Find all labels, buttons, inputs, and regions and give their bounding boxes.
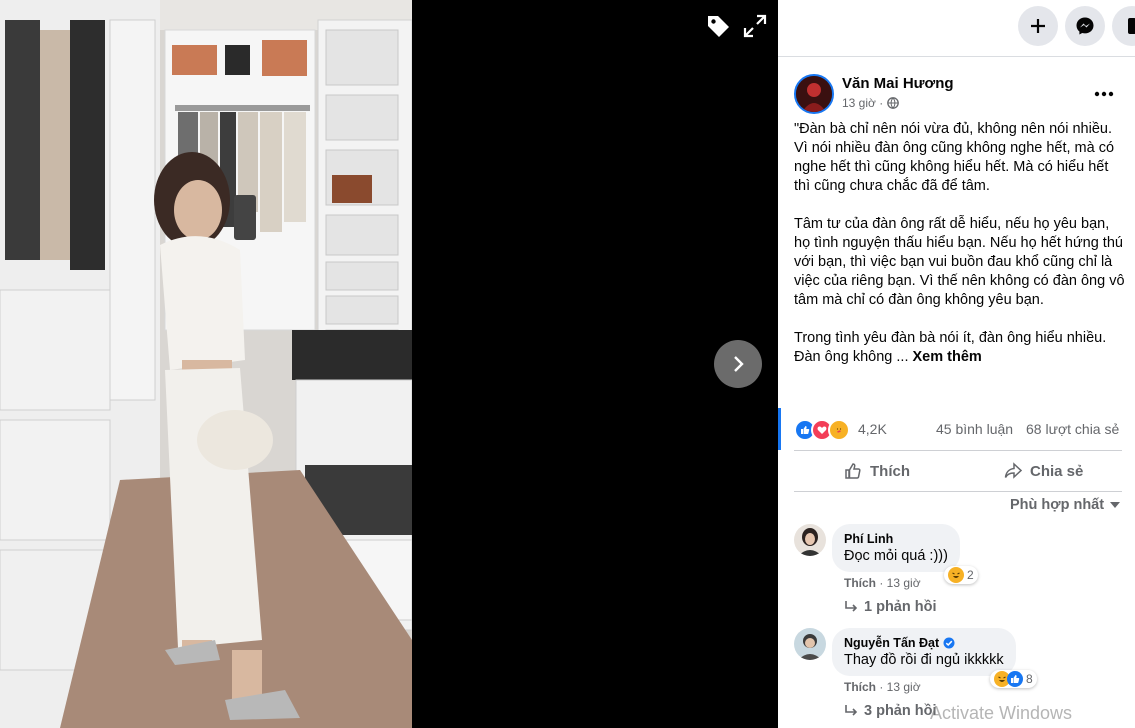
share-count[interactable]: 68 lượt chia sẻ — [1026, 421, 1119, 437]
haha-reaction-icon — [948, 567, 964, 583]
verified-badge-icon — [943, 637, 955, 649]
commenter-name[interactable]: Phí Linh — [844, 532, 948, 546]
more-options-button[interactable] — [1086, 80, 1122, 108]
replies-count: 1 phản hồi — [864, 599, 937, 615]
author-avatar[interactable] — [794, 74, 834, 114]
photo-illustration — [0, 0, 412, 728]
post-paragraph: Tâm tư của đàn ông rất dễ hiểu, nếu họ y… — [794, 216, 1125, 308]
post-text: "Đàn bà chỉ nên nói vừa đủ, không nên nó… — [794, 120, 1126, 386]
divider — [794, 450, 1122, 451]
post-meta: 13 giờ · — [842, 96, 900, 110]
create-button[interactable] — [1018, 6, 1058, 46]
next-photo-button[interactable] — [714, 340, 762, 388]
sort-label: Phù hợp nhất — [1010, 497, 1105, 513]
post-paragraph: "Đàn bà chỉ nên nói vừa đủ, không nên nó… — [794, 121, 1115, 194]
like-button[interactable]: Thích — [844, 452, 910, 490]
comment-text: Thay đồ rồi đi ngủ ikkkkk — [844, 652, 1004, 668]
care-reaction-icon — [828, 419, 850, 441]
post-paragraph: Trong tình yêu đàn bà nói ít, đàn ông hi… — [794, 329, 1126, 367]
comment-actions: Thích · 13 giờ — [844, 680, 921, 694]
post-header: Văn Mai Hương 13 giờ · — [794, 74, 1124, 114]
tag-icon — [708, 16, 729, 37]
divider — [778, 56, 1135, 57]
comment-reaction-count: 8 — [1026, 672, 1033, 686]
commenter-name[interactable]: Nguyễn Tấn Đạt — [844, 636, 939, 650]
comment-reactions[interactable]: 2 — [944, 566, 978, 584]
reaction-summary: 4,2K 45 bình luận 68 lượt chia sẻ — [794, 418, 1124, 441]
comment-time[interactable]: · 13 giờ — [879, 680, 920, 694]
view-replies-link[interactable]: 3 phản hồi — [844, 703, 937, 719]
more-icon — [1094, 91, 1114, 97]
reaction-count[interactable]: 4,2K — [858, 421, 887, 437]
grid-icon — [1128, 18, 1135, 34]
comment-count[interactable]: 45 bình luận — [936, 421, 1013, 437]
comment-bubble: Nguyễn Tấn Đạt Thay đồ rồi đi ngủ ikkkkk — [832, 628, 1016, 676]
reply-arrow-icon — [845, 601, 858, 612]
reaction-icons[interactable] — [794, 419, 850, 441]
photo-viewer — [0, 0, 778, 728]
expand-icon — [743, 14, 767, 38]
view-replies-link[interactable]: 1 phản hồi — [844, 599, 937, 615]
top-bar — [778, 0, 1135, 56]
fullscreen-button[interactable] — [741, 12, 769, 40]
comment-bubble: Phí Linh Đọc mỏi quá :))) — [832, 524, 960, 572]
messenger-button[interactable] — [1065, 6, 1105, 46]
commenter-name-row: Nguyễn Tấn Đạt — [844, 636, 1004, 650]
share-label: Chia sẻ — [1030, 462, 1084, 480]
see-more-link[interactable]: Xem thêm — [913, 349, 982, 365]
globe-icon — [887, 97, 900, 109]
comment-like-link[interactable]: Thích — [844, 576, 876, 590]
post-panel: Văn Mai Hương 13 giờ · "Đàn bà chỉ nên n… — [778, 0, 1135, 728]
comment-reaction-count: 2 — [967, 568, 974, 582]
messenger-icon — [1076, 17, 1094, 35]
caret-down-icon — [1110, 502, 1121, 508]
comment-time[interactable]: · 13 giờ — [879, 576, 920, 590]
commenter-avatar[interactable] — [794, 628, 826, 660]
plus-icon — [1031, 19, 1045, 33]
chevron-right-icon — [734, 356, 744, 372]
focus-indicator — [778, 408, 781, 450]
replies-count: 3 phản hồi — [864, 703, 937, 719]
comment-actions: Thích · 13 giờ — [844, 576, 921, 590]
like-reaction-icon — [1007, 671, 1023, 687]
comment-like-link[interactable]: Thích — [844, 680, 876, 694]
comment-text: Đọc mỏi quá :))) — [844, 548, 948, 564]
post-time[interactable]: 13 giờ · — [842, 96, 883, 110]
tag-button[interactable] — [704, 12, 732, 40]
reply-arrow-icon — [845, 705, 858, 716]
share-button[interactable]: Chia sẻ — [1004, 452, 1083, 490]
divider — [794, 491, 1122, 492]
commenter-avatar[interactable] — [794, 524, 826, 556]
thumbs-up-icon — [845, 463, 861, 479]
share-icon — [1004, 462, 1022, 479]
comment-sort-dropdown[interactable]: Phù hợp nhất — [1010, 497, 1121, 513]
avatar-image — [796, 76, 832, 112]
like-label: Thích — [870, 462, 910, 480]
post-photo[interactable] — [0, 0, 412, 728]
comment-reactions[interactable]: 8 — [990, 670, 1037, 688]
menu-button[interactable] — [1112, 6, 1135, 46]
author-name[interactable]: Văn Mai Hương — [842, 75, 954, 92]
